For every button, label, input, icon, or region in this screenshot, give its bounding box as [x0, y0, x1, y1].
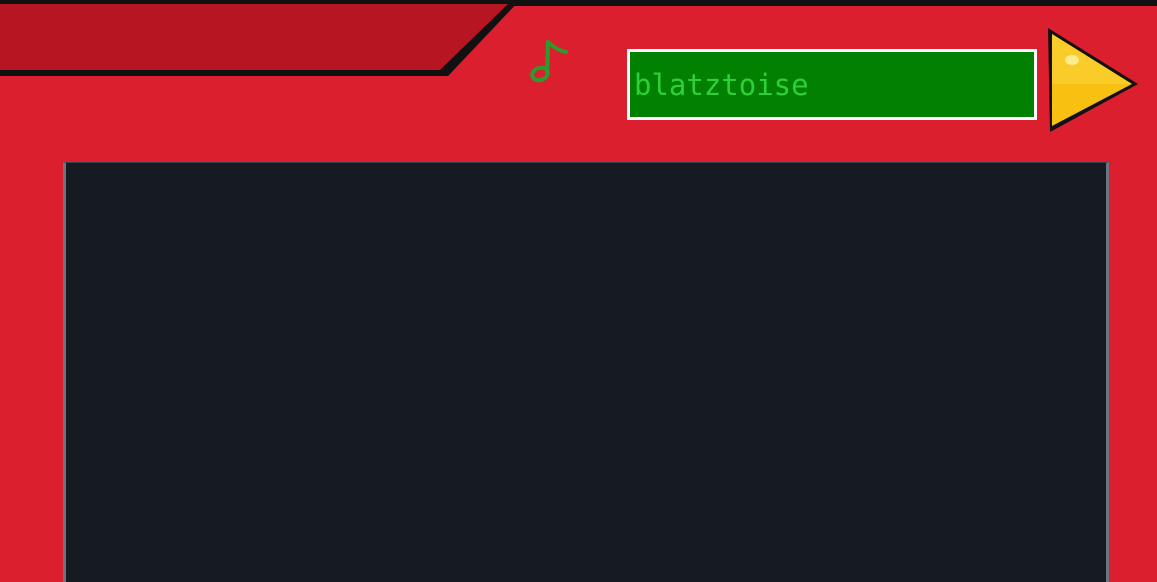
search-input[interactable] [630, 52, 1034, 117]
search-box [627, 49, 1037, 120]
display-screen [63, 162, 1109, 582]
play-triangle-icon [1048, 28, 1138, 132]
music-note-icon [530, 40, 568, 83]
music-toggle-button[interactable] [524, 36, 572, 90]
header-tab [0, 0, 520, 76]
search-go-button[interactable] [1042, 26, 1142, 136]
